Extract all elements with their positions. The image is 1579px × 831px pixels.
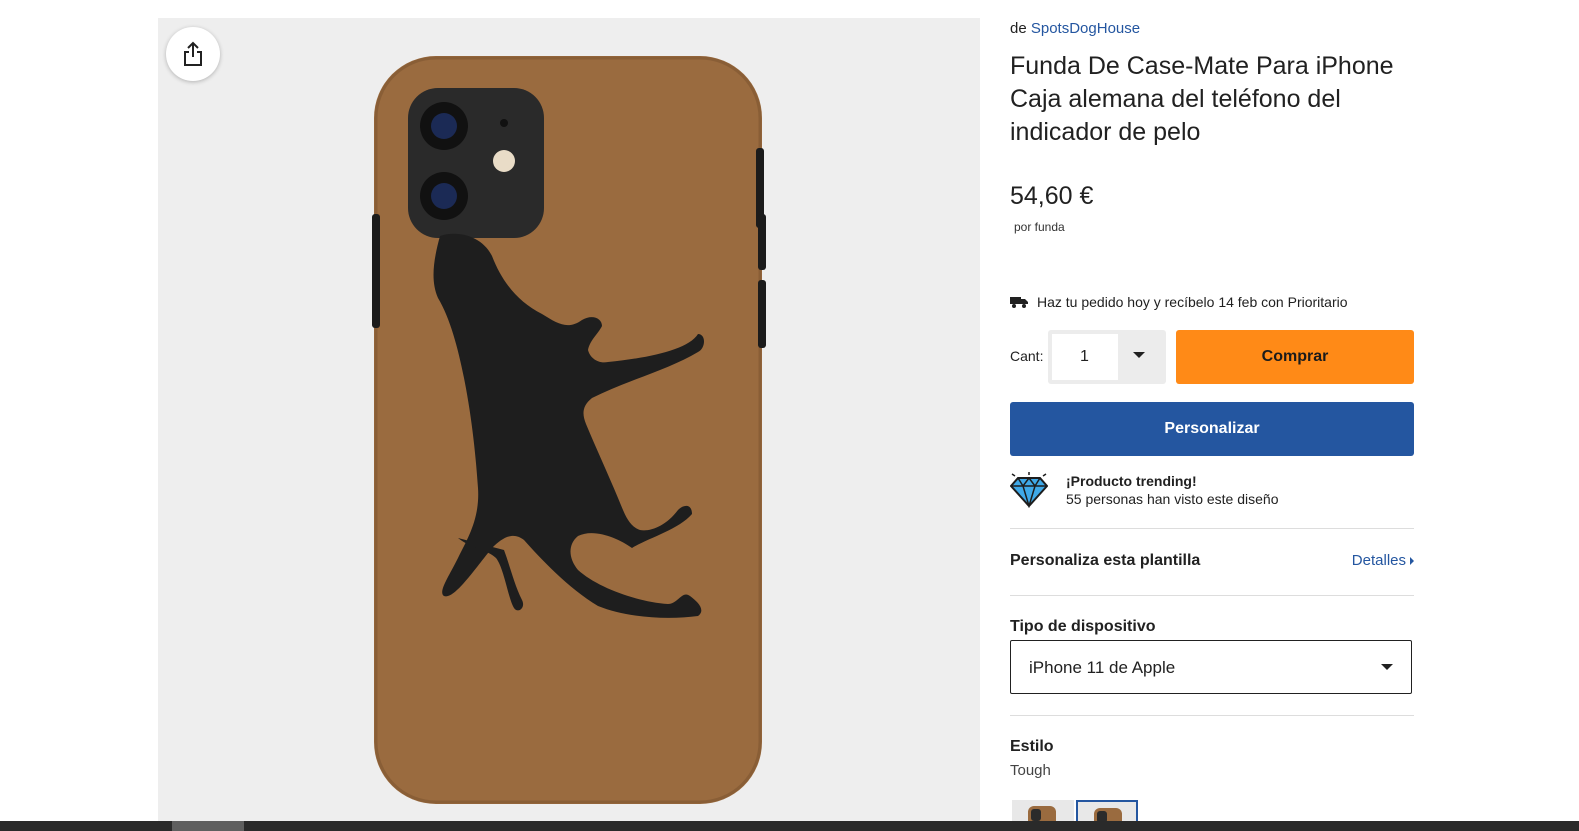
diamond-icon bbox=[1010, 472, 1048, 508]
by-prefix: de bbox=[1010, 20, 1027, 37]
divider bbox=[1010, 715, 1414, 716]
chevron-right-icon bbox=[1410, 556, 1414, 565]
caret-down-icon[interactable] bbox=[1133, 352, 1145, 358]
template-label: Personaliza esta plantilla bbox=[1010, 552, 1201, 569]
seller-byline: de SpotsDogHouse bbox=[1010, 20, 1140, 37]
device-type-select[interactable]: iPhone 11 de Apple bbox=[1010, 640, 1412, 694]
style-label: Estilo bbox=[1010, 738, 1054, 755]
caret-down-icon bbox=[1381, 664, 1393, 670]
product-title: Funda De Case-Mate Para iPhone Caja alem… bbox=[1010, 52, 1394, 146]
quantity-label: Cant: bbox=[1010, 348, 1044, 364]
product-price: 54,60 € bbox=[1010, 182, 1094, 210]
share-button[interactable] bbox=[166, 27, 220, 81]
quantity-selector bbox=[1048, 330, 1166, 384]
scrollbar-thumb[interactable] bbox=[172, 821, 244, 831]
quantity-input[interactable] bbox=[1052, 334, 1118, 380]
shipping-info: Haz tu pedido hoy y recíbelo 14 feb con … bbox=[1010, 294, 1348, 310]
trending-title: ¡Producto trending! bbox=[1066, 473, 1197, 489]
customize-button[interactable]: Personalizar bbox=[1010, 402, 1414, 456]
price-unit: por funda bbox=[1014, 220, 1065, 234]
product-image bbox=[158, 18, 980, 824]
device-type-value: iPhone 11 de Apple bbox=[1029, 658, 1176, 677]
divider bbox=[1010, 528, 1414, 529]
truck-icon bbox=[1010, 297, 1028, 308]
divider bbox=[1010, 595, 1414, 596]
details-link-label: Detalles bbox=[1351, 552, 1406, 569]
shipping-text: Haz tu pedido hoy y recíbelo 14 feb con … bbox=[1037, 294, 1348, 310]
buy-button[interactable]: Comprar bbox=[1176, 330, 1414, 384]
device-type-label: Tipo de dispositivo bbox=[1010, 618, 1156, 635]
details-link[interactable]: Detalles bbox=[1352, 552, 1414, 569]
share-icon bbox=[184, 41, 202, 66]
trending-subtitle: 55 personas han visto este diseño bbox=[1066, 491, 1279, 507]
style-value: Tough bbox=[1010, 762, 1051, 779]
phone-case-image bbox=[372, 56, 766, 804]
seller-link[interactable]: SpotsDogHouse bbox=[1031, 20, 1140, 37]
